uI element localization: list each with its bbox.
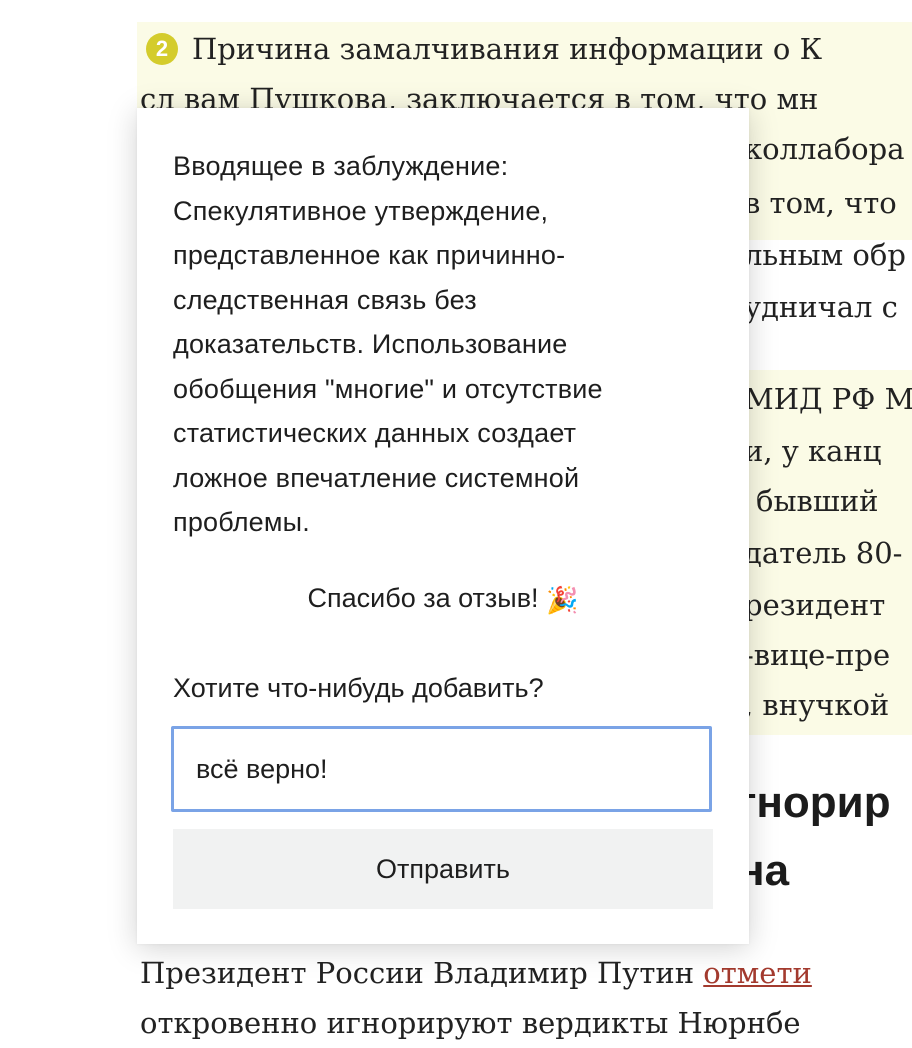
article-line: , внучкой	[744, 688, 890, 722]
article-line: бывший	[756, 484, 879, 518]
thanks-message: Спасибо за отзыв! 🎉	[137, 578, 749, 620]
verdict-line: доказательств. Использование	[173, 329, 568, 359]
verdict-line: следственная связь без	[173, 284, 477, 315]
add-comment-label: Хотите что-нибудь добавить?	[173, 673, 544, 703]
article-line: и, у канц	[744, 434, 882, 468]
verdict-line: Вводящее в заблуждение:	[173, 151, 509, 181]
point-number-badge: 2	[146, 33, 178, 65]
send-button[interactable]: Отправить	[173, 829, 713, 909]
comment-input[interactable]	[171, 726, 712, 812]
party-popper-icon: 🎉	[546, 585, 579, 615]
article-line: льным обр	[744, 238, 906, 272]
feedback-popup: Вводящее в заблуждение: Спекулятивное ут…	[137, 108, 749, 944]
article-line: МИД РФ М	[744, 382, 912, 416]
article-link[interactable]: отмети	[703, 956, 812, 990]
verdict-line: Спекулятивное утверждение,	[173, 195, 549, 226]
verdict-line: проблемы.	[173, 507, 310, 537]
verdict-line: представленное как причинно-	[173, 240, 566, 270]
verdict-line: обобщения "многие" и отсутствие	[173, 373, 603, 404]
verdict-line: ложное впечатление системной	[173, 462, 580, 493]
article-line: в том, что	[744, 186, 897, 220]
article-line: откровенно игнорируют вердикты Нюрнбе	[140, 1006, 801, 1040]
thanks-text: Спасибо за отзыв!	[307, 583, 539, 613]
article-line: резидент	[744, 588, 886, 622]
article-line: коллабора	[744, 132, 905, 166]
verdict-line: статистических данных создает	[173, 418, 577, 448]
section-heading-line: гнорир	[738, 778, 891, 827]
verdict-text: Вводящее в заблуждение: Спекулятивное ут…	[173, 144, 713, 545]
article-text: Президент России Владимир Путин	[140, 956, 704, 990]
article-line: -вице-пре	[744, 638, 891, 672]
article-line: датель 80-	[744, 536, 903, 570]
article-line: Причина замалчивания информации о К	[192, 32, 823, 66]
article-line: удничал с	[744, 290, 898, 324]
article-line: Президент России Владимир Путин отмети	[140, 948, 812, 998]
